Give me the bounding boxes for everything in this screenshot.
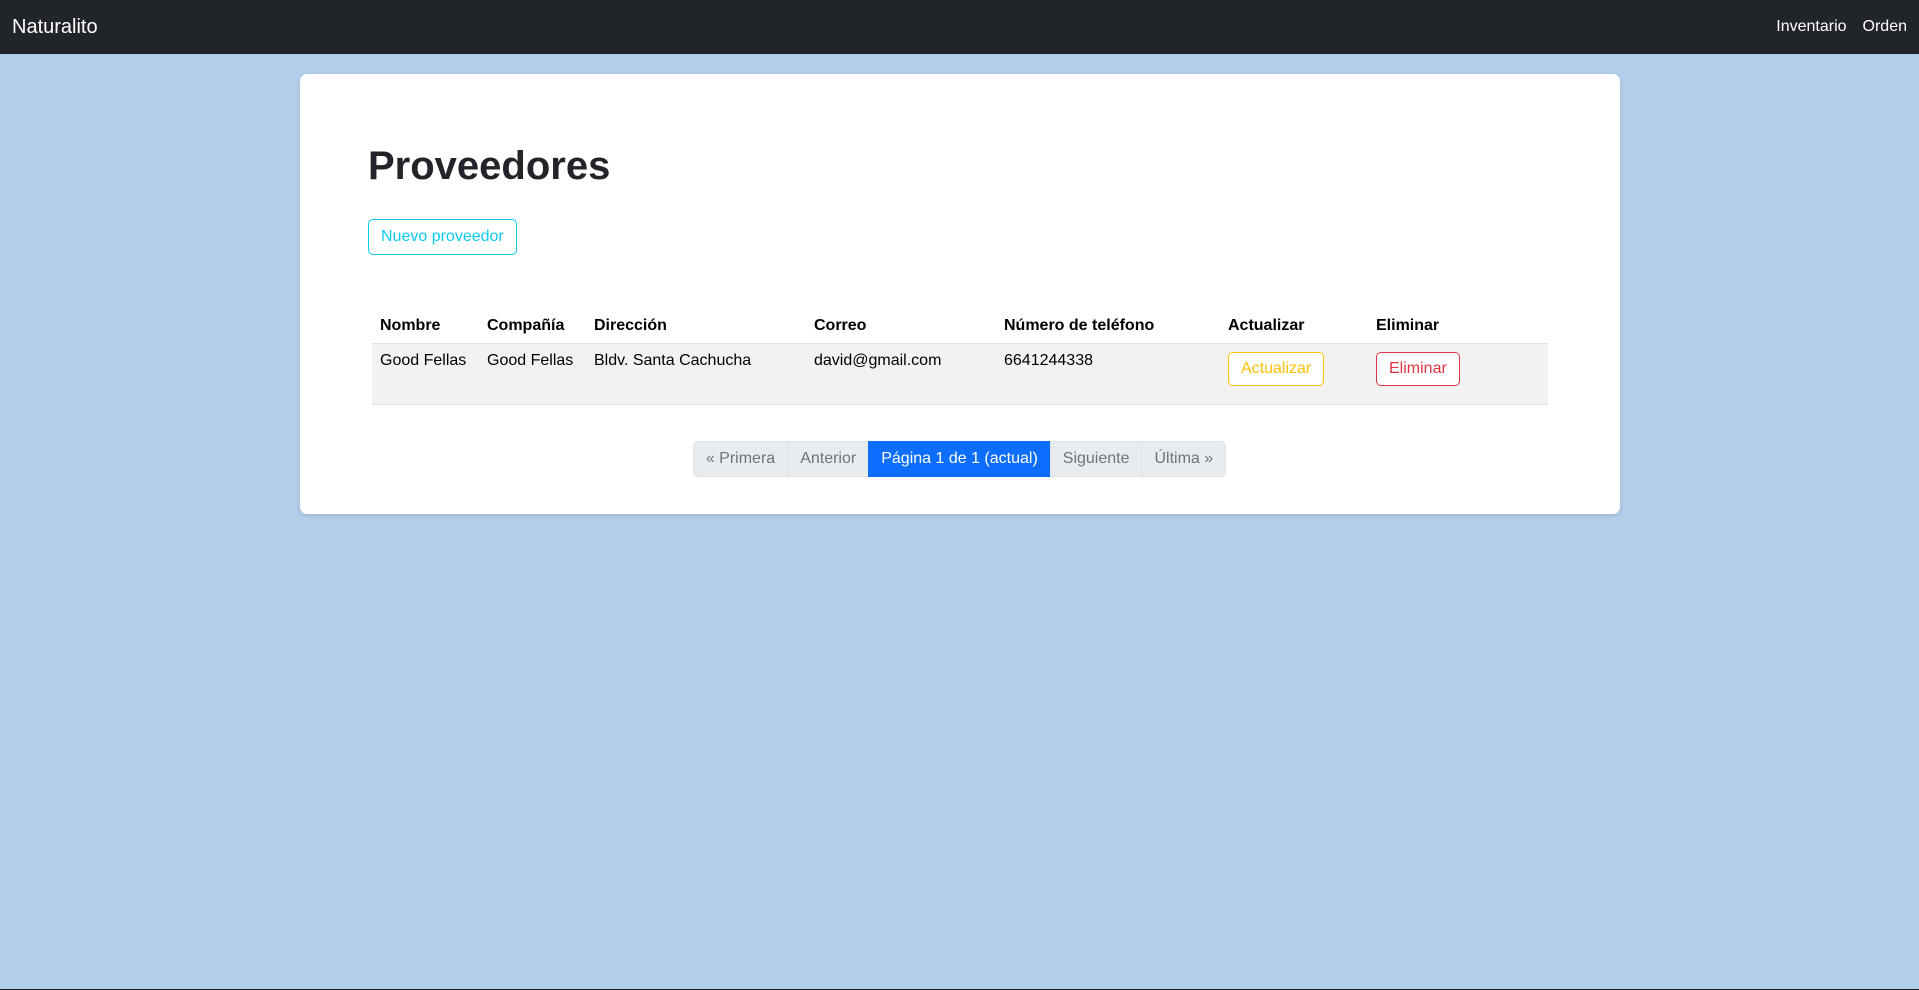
cell-eliminar: Eliminar: [1368, 343, 1548, 405]
table-row: Good Fellas Good Fellas Bldv. Santa Cach…: [372, 343, 1548, 405]
pagination-current: Página 1 de 1 (actual): [868, 441, 1051, 477]
page-title: Proveedores: [368, 144, 611, 188]
suppliers-table: Nombre Compañía Dirección Correo Número …: [372, 309, 1548, 405]
header-nombre: Nombre: [372, 309, 479, 344]
nav-link-inventario[interactable]: Inventario: [1776, 18, 1846, 36]
cell-direccion: Bldv. Santa Cachucha: [586, 343, 806, 405]
cell-nombre: Good Fellas: [372, 343, 479, 405]
cell-compania: Good Fellas: [479, 343, 586, 405]
header-actualizar: Actualizar: [1220, 309, 1368, 344]
nav-link-orden[interactable]: Orden: [1863, 18, 1907, 36]
cell-actualizar: Actualizar: [1220, 343, 1368, 405]
cell-correo: david@gmail.com: [806, 343, 996, 405]
pagination-last[interactable]: Última »: [1141, 441, 1227, 477]
header-direccion: Dirección: [586, 309, 806, 344]
header-correo: Correo: [806, 309, 996, 344]
new-supplier-button[interactable]: Nuevo proveedor: [368, 219, 517, 255]
pagination-next[interactable]: Siguiente: [1049, 441, 1143, 477]
header-telefono: Número de teléfono: [996, 309, 1220, 344]
cell-telefono: 6641244338: [996, 343, 1220, 405]
table-header-row: Nombre Compañía Dirección Correo Número …: [372, 309, 1548, 344]
update-button[interactable]: Actualizar: [1228, 352, 1325, 386]
pagination: « Primera Anterior Página 1 de 1 (actual…: [368, 441, 1552, 477]
pagination-first[interactable]: « Primera: [692, 441, 789, 477]
content-card: Proveedores Nuevo proveedor Nombre Compa…: [300, 74, 1620, 514]
delete-button[interactable]: Eliminar: [1376, 352, 1460, 386]
brand-link[interactable]: Naturalito: [12, 16, 98, 39]
header-eliminar: Eliminar: [1368, 309, 1548, 344]
navbar: Naturalito Inventario Orden: [0, 0, 1919, 54]
header-compania: Compañía: [479, 309, 586, 344]
nav-links: Inventario Orden: [1776, 18, 1907, 36]
pagination-prev[interactable]: Anterior: [787, 441, 870, 477]
